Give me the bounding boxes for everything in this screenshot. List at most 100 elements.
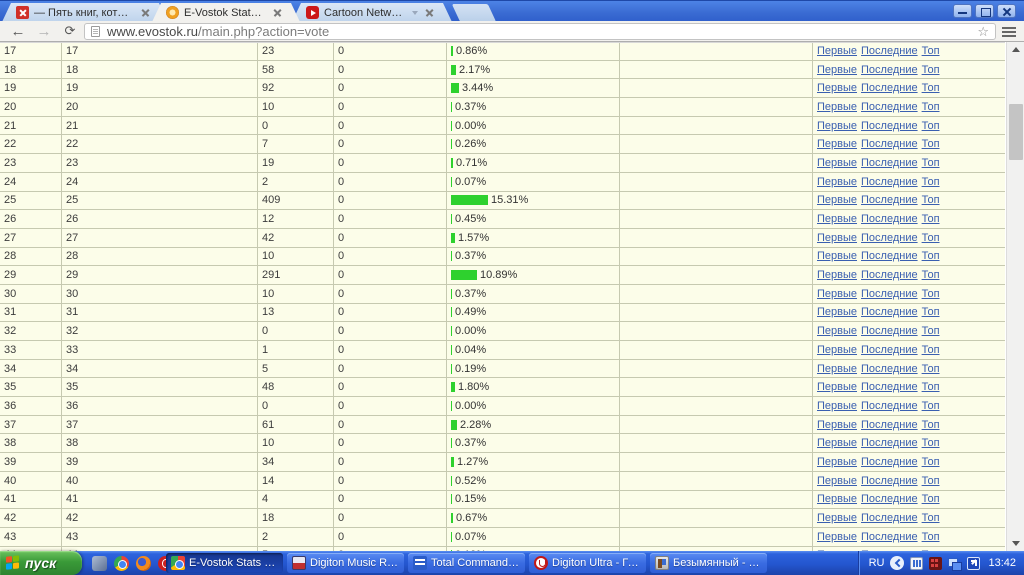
tray-remote-desktop-icon[interactable] <box>967 557 980 570</box>
scroll-up-icon[interactable] <box>1007 42 1024 57</box>
tab-close-icon[interactable] <box>272 7 284 19</box>
link-top[interactable]: Топ <box>922 176 940 188</box>
quick-launch-app-icon[interactable] <box>92 556 107 571</box>
taskbar-window-button[interactable]: Безымянный - Paint <box>650 553 767 573</box>
link-top[interactable]: Топ <box>922 475 940 487</box>
link-pervye[interactable]: Первые <box>817 456 857 468</box>
link-poslednie[interactable]: Последние <box>861 120 918 132</box>
link-poslednie[interactable]: Последние <box>861 269 918 281</box>
link-poslednie[interactable]: Последние <box>861 138 918 150</box>
link-top[interactable]: Топ <box>922 456 940 468</box>
link-top[interactable]: Топ <box>922 269 940 281</box>
link-pervye[interactable]: Первые <box>817 493 857 505</box>
link-top[interactable]: Топ <box>922 288 940 300</box>
link-top[interactable]: Топ <box>922 512 940 524</box>
link-poslednie[interactable]: Последние <box>861 232 918 244</box>
browser-tab-3[interactable]: Cartoon Network Amazone <box>292 3 452 22</box>
link-top[interactable]: Топ <box>922 101 940 113</box>
taskbar-window-button[interactable]: E-Vostok Stats Panel ... <box>166 553 283 573</box>
link-pervye[interactable]: Первые <box>817 419 857 431</box>
taskbar-window-button[interactable]: Digiton Music Rotator <box>287 553 404 573</box>
link-top[interactable]: Топ <box>922 400 940 412</box>
bookmark-star-icon[interactable]: ☆ <box>977 24 989 40</box>
taskbar-window-button[interactable]: Total Commander 7.5... <box>408 553 525 573</box>
link-poslednie[interactable]: Последние <box>861 288 918 300</box>
link-poslednie[interactable]: Последние <box>861 176 918 188</box>
link-pervye[interactable]: Первые <box>817 325 857 337</box>
link-poslednie[interactable]: Последние <box>861 157 918 169</box>
link-poslednie[interactable]: Последние <box>861 45 918 57</box>
new-tab-button[interactable] <box>452 4 496 22</box>
window-restore-button[interactable] <box>975 4 994 18</box>
link-poslednie[interactable]: Последние <box>861 475 918 487</box>
taskbar-window-button[interactable]: Digiton Ultra - Главн... <box>529 553 646 573</box>
link-top[interactable]: Топ <box>922 64 940 76</box>
quick-launch-firefox-icon[interactable] <box>136 556 151 571</box>
link-top[interactable]: Топ <box>922 194 940 206</box>
link-pervye[interactable]: Первые <box>817 288 857 300</box>
link-top[interactable]: Топ <box>922 344 940 356</box>
link-pervye[interactable]: Первые <box>817 213 857 225</box>
link-pervye[interactable]: Первые <box>817 344 857 356</box>
start-button[interactable]: пуск <box>0 551 82 575</box>
tab-close-icon[interactable] <box>140 7 152 19</box>
link-top[interactable]: Топ <box>922 157 940 169</box>
link-top[interactable]: Топ <box>922 120 940 132</box>
link-pervye[interactable]: Первые <box>817 269 857 281</box>
scroll-down-icon[interactable] <box>1007 536 1024 551</box>
tab-close-icon[interactable] <box>424 7 436 19</box>
scrollbar-thumb[interactable] <box>1009 104 1023 160</box>
browser-tab-active[interactable]: E-Vostok Stats Panel <box>152 3 300 22</box>
link-top[interactable]: Топ <box>922 437 940 449</box>
link-pervye[interactable]: Первые <box>817 157 857 169</box>
tray-collapse-chevron-icon[interactable] <box>890 556 904 570</box>
tray-audio-mixer-icon[interactable] <box>910 557 923 570</box>
link-pervye[interactable]: Первые <box>817 531 857 543</box>
forward-button[interactable]: → <box>32 21 56 41</box>
link-poslednie[interactable]: Последние <box>861 250 918 262</box>
link-top[interactable]: Топ <box>922 232 940 244</box>
address-bar[interactable]: www.evostok.ru/main.php?action=vote ☆ <box>84 23 996 40</box>
link-poslednie[interactable]: Последние <box>861 344 918 356</box>
link-poslednie[interactable]: Последние <box>861 101 918 113</box>
language-indicator[interactable]: RU <box>869 557 885 569</box>
vertical-scrollbar[interactable] <box>1006 42 1024 551</box>
link-poslednie[interactable]: Последние <box>861 512 918 524</box>
chrome-menu-icon[interactable] <box>998 24 1020 40</box>
link-pervye[interactable]: Первые <box>817 250 857 262</box>
link-top[interactable]: Топ <box>922 363 940 375</box>
browser-tab-1[interactable]: — Пять книг, которые изм <box>2 3 168 22</box>
link-poslednie[interactable]: Последние <box>861 306 918 318</box>
window-minimize-button[interactable] <box>953 4 972 18</box>
tray-task-grid-icon[interactable] <box>929 557 942 570</box>
link-poslednie[interactable]: Последние <box>861 531 918 543</box>
link-pervye[interactable]: Первые <box>817 194 857 206</box>
link-pervye[interactable]: Первые <box>817 82 857 94</box>
link-poslednie[interactable]: Последние <box>861 64 918 76</box>
link-poslednie[interactable]: Последние <box>861 82 918 94</box>
link-poslednie[interactable]: Последние <box>861 437 918 449</box>
link-pervye[interactable]: Первые <box>817 475 857 487</box>
link-pervye[interactable]: Первые <box>817 512 857 524</box>
back-button[interactable]: ← <box>6 21 30 41</box>
link-top[interactable]: Топ <box>922 45 940 57</box>
link-poslednie[interactable]: Последние <box>861 419 918 431</box>
link-pervye[interactable]: Первые <box>817 437 857 449</box>
link-pervye[interactable]: Первые <box>817 120 857 132</box>
window-close-button[interactable] <box>997 4 1016 18</box>
link-top[interactable]: Топ <box>922 419 940 431</box>
link-poslednie[interactable]: Последние <box>861 381 918 393</box>
link-pervye[interactable]: Первые <box>817 363 857 375</box>
link-pervye[interactable]: Первые <box>817 138 857 150</box>
link-poslednie[interactable]: Последние <box>861 493 918 505</box>
link-top[interactable]: Топ <box>922 531 940 543</box>
link-pervye[interactable]: Первые <box>817 101 857 113</box>
link-poslednie[interactable]: Последние <box>861 325 918 337</box>
link-top[interactable]: Топ <box>922 250 940 262</box>
link-pervye[interactable]: Первые <box>817 381 857 393</box>
link-pervye[interactable]: Первые <box>817 64 857 76</box>
link-poslednie[interactable]: Последние <box>861 400 918 412</box>
link-pervye[interactable]: Первые <box>817 176 857 188</box>
link-top[interactable]: Топ <box>922 82 940 94</box>
link-pervye[interactable]: Первые <box>817 306 857 318</box>
